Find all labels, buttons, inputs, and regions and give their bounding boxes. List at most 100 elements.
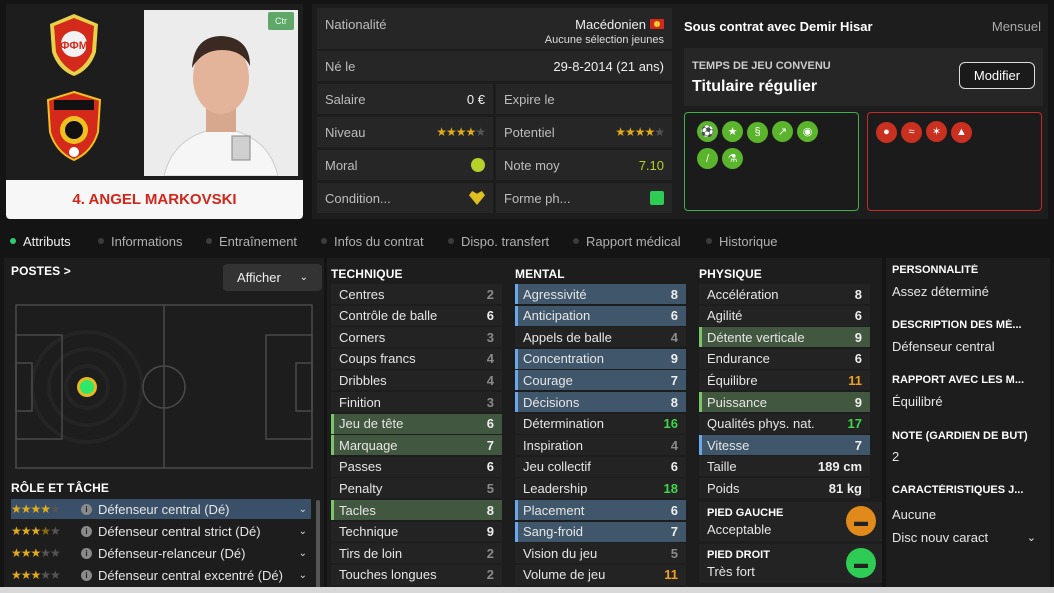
physique-attribute-row[interactable]: Vitesse 7 xyxy=(699,435,870,456)
physique-attribute-row[interactable]: Agilité 6 xyxy=(699,305,870,326)
mental-attribute-row[interactable]: Décisions 8 xyxy=(515,392,686,412)
technique-attribute-row[interactable]: Passes 6 xyxy=(331,456,502,477)
trait-warning-icon[interactable]: ▲ xyxy=(951,121,972,143)
info-icon[interactable]: i xyxy=(81,525,92,537)
characteristics-label: CARACTÉRISTIQUES J... xyxy=(892,484,1024,496)
technique-attribute-row[interactable]: Touches longues 2 xyxy=(331,564,502,585)
negative-traits-box: ● ≈ ✶ ▲ xyxy=(867,112,1042,211)
roles-title: RÔLE ET TÂCHE xyxy=(11,481,109,495)
height-label: Taille xyxy=(707,458,737,474)
attribute-value: 6 xyxy=(486,459,494,475)
left-boot-icon: ▬ xyxy=(846,506,876,536)
position-marker-dc[interactable] xyxy=(80,380,94,394)
attribute-value: 4 xyxy=(670,437,678,453)
mental-attribute-row[interactable]: Concentration 9 xyxy=(515,348,686,369)
positions-title[interactable]: POSTES > xyxy=(11,264,71,278)
mental-attribute-row[interactable]: Jeu collectif 6 xyxy=(515,456,686,477)
right-foot-value: Très fort xyxy=(707,564,755,579)
physique-attribute-row[interactable]: Puissance 9 xyxy=(699,392,870,412)
mental-attribute-row[interactable]: Sang-froid 7 xyxy=(515,521,686,542)
technique-attribute-row[interactable]: Penalty 5 xyxy=(331,478,502,499)
trait-flask-icon[interactable]: ⚗ xyxy=(722,147,743,169)
technique-attribute-row[interactable]: Corners 3 xyxy=(331,327,502,348)
mental-attribute-row[interactable]: Courage 7 xyxy=(515,370,686,391)
technique-attribute-row[interactable]: Contrôle de balle 6 xyxy=(331,305,502,326)
technique-attribute-row[interactable]: Technique 9 xyxy=(331,521,502,542)
tab-training[interactable]: Entraînement xyxy=(206,232,297,250)
trait-ball-icon[interactable]: ● xyxy=(876,121,897,143)
trait-tape-icon[interactable]: ≈ xyxy=(901,121,922,143)
tab-information[interactable]: Informations xyxy=(98,232,183,250)
mental-attribute-row[interactable]: Appels de balle 4 xyxy=(515,327,686,348)
mental-attribute-row[interactable]: Inspiration 4 xyxy=(515,435,686,456)
technique-attribute-row[interactable]: Jeu de tête 6 xyxy=(331,413,502,434)
physique-attribute-row[interactable]: Accélération 8 xyxy=(699,284,870,304)
mental-attribute-row[interactable]: Détermination 16 xyxy=(515,413,686,434)
chevron-down-icon[interactable]: ⌄ xyxy=(299,526,307,537)
mental-attribute-row[interactable]: Vision du jeu 5 xyxy=(515,543,686,564)
morale-label: Moral xyxy=(325,158,358,173)
role-row[interactable]: ★★★★★ i Défenseur central strict (Dé) ⌄ xyxy=(11,521,311,541)
role-row[interactable]: ★★★★★ i Défenseur central excentré (Dé) ⌄ xyxy=(11,565,311,585)
technique-attribute-row[interactable]: Tirs de loin 2 xyxy=(331,543,502,564)
attribute-label: Finition xyxy=(339,394,381,410)
mental-attribute-row[interactable]: Agressivité 8 xyxy=(515,284,686,304)
info-icon[interactable]: i xyxy=(81,547,92,559)
right-boot-icon: ▬ xyxy=(846,548,876,578)
rating-value: 7.10 xyxy=(638,158,664,173)
physique-attribute-row[interactable]: Détente verticale 9 xyxy=(699,327,870,348)
description-label: DESCRIPTION DES MÉ... xyxy=(892,319,1022,331)
technique-attribute-row[interactable]: Finition 3 xyxy=(331,392,502,412)
attribute-value: 8 xyxy=(670,286,678,302)
tab-contract[interactable]: Infos du contrat xyxy=(321,232,424,250)
youth-caps: Aucune sélection jeunes xyxy=(544,34,664,46)
modify-button[interactable]: Modifier xyxy=(959,62,1035,89)
tab-label: Entraînement xyxy=(219,233,298,249)
tab-label: Informations xyxy=(111,233,183,249)
physique-attribute-row[interactable]: Équilibre 11 xyxy=(699,370,870,391)
technique-attribute-row[interactable]: Dribbles 4 xyxy=(331,370,502,391)
chevron-down-icon[interactable]: ⌄ xyxy=(299,504,307,515)
attribute-label: Contrôle de balle xyxy=(339,308,438,324)
mental-attribute-row[interactable]: Leadership 18 xyxy=(515,478,686,499)
roles-scrollbar[interactable] xyxy=(316,500,320,588)
trait-injury-icon[interactable]: ✶ xyxy=(926,121,947,142)
federation-crest-icon: ФФМ xyxy=(50,14,98,76)
technique-attribute-row[interactable]: Marquage 7 xyxy=(331,435,502,456)
mental-attribute-row[interactable]: Volume de jeu 11 xyxy=(515,564,686,585)
trait-dna-icon[interactable]: § xyxy=(747,121,768,143)
trait-bandage-icon[interactable]: / xyxy=(697,148,718,169)
mental-attribute-row[interactable]: Anticipation 6 xyxy=(515,305,686,326)
technique-attribute-row[interactable]: Coups francs 4 xyxy=(331,348,502,369)
new-characteristic-dropdown[interactable]: Disc nouv caract ⌄ xyxy=(886,524,1046,550)
chevron-right-icon: > xyxy=(63,264,71,278)
attribute-value: 11 xyxy=(664,567,678,583)
tab-medical[interactable]: Rapport médical xyxy=(573,232,681,250)
attribute-label: Centres xyxy=(339,286,385,302)
chevron-down-icon[interactable]: ⌄ xyxy=(299,548,307,559)
show-dropdown[interactable]: Afficher ⌄ xyxy=(223,264,322,291)
technique-attribute-row[interactable]: Centres 2 xyxy=(331,284,502,304)
trait-boot-icon[interactable]: ⚽ xyxy=(697,121,718,142)
tab-transfer[interactable]: Dispo. transfert xyxy=(448,232,549,250)
info-icon[interactable]: i xyxy=(81,569,92,581)
tab-history[interactable]: Historique xyxy=(706,232,778,250)
tab-dot-icon xyxy=(448,238,454,244)
mental-attribute-row[interactable]: Placement 6 xyxy=(515,500,686,520)
physique-attribute-row[interactable]: Qualités phys. nat. 17 xyxy=(699,413,870,434)
role-row[interactable]: ★★★★★ i Défenseur central (Dé) ⌄ xyxy=(11,499,311,519)
trait-star-icon[interactable]: ★ xyxy=(722,121,743,142)
tab-attributes[interactable]: Attributs xyxy=(10,232,71,250)
attribute-label: Corners xyxy=(339,329,386,345)
chevron-down-icon[interactable]: ⌄ xyxy=(299,570,307,581)
role-row[interactable]: ★★★★★ i Défenseur-relanceur (Dé) ⌄ xyxy=(11,543,311,563)
technique-attribute-row[interactable]: Tacles 8 xyxy=(331,500,502,520)
attribute-value: 18 xyxy=(663,480,678,496)
attribute-value: 4 xyxy=(670,329,678,345)
trait-brain-icon[interactable]: ◉ xyxy=(797,121,818,142)
info-icon[interactable]: i xyxy=(81,503,92,515)
attribute-label: Jeu collectif xyxy=(523,459,591,475)
attribute-value: 3 xyxy=(486,394,494,410)
physique-attribute-row[interactable]: Endurance 6 xyxy=(699,348,870,369)
trait-growth-icon[interactable]: ↗ xyxy=(772,121,793,142)
